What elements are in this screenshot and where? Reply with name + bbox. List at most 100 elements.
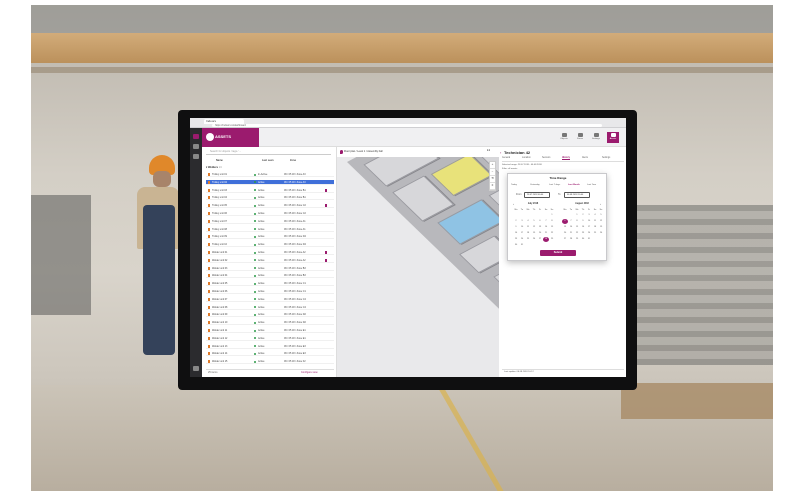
app-header: ASSETS Objects Zones Settings Assets [202, 128, 626, 147]
row-name: Welder unit 13 [212, 344, 228, 348]
from-field[interactable]: 28.07.2018 00:00 [524, 192, 550, 198]
type-marker [208, 188, 210, 192]
table-row[interactable]: Trolley unit 07 Active 06 / 05 18 / Zone A… [206, 219, 334, 224]
row-name: Trolley unit 02 [212, 180, 227, 184]
tab-alerts[interactable]: Alerts [582, 157, 588, 159]
tab-history[interactable]: History [562, 157, 570, 160]
row-name: Welder unit 12 [212, 336, 228, 340]
calendar-day[interactable]: 12 [598, 219, 604, 224]
status-dot-icon [254, 220, 256, 223]
home-icon[interactable] [193, 134, 199, 139]
crane-beam [31, 33, 773, 63]
to-field[interactable]: 06.08.2018 10:00 [564, 192, 590, 198]
row-last-seen: 06 / 05 18 / Zone F2 [284, 360, 306, 364]
table-row[interactable]: Welder unit 04 Active 06 / 05 18 / Zone B3 [206, 273, 334, 279]
assets-button[interactable]: Assets [607, 132, 619, 143]
row-name: Welder unit 02 [212, 258, 228, 262]
col-last-seen[interactable]: Last seen [262, 159, 274, 162]
zoom-in-button[interactable]: + [490, 162, 495, 169]
tab-location[interactable]: Location [522, 157, 531, 159]
table-row[interactable]: Trolley unit 10 Active 06 / 05 18 / Zone D… [206, 242, 334, 248]
table-row[interactable]: Welder unit 12 Active 06 / 05 18 / Zone E1 [206, 336, 334, 341]
table-row[interactable]: Trolley unit 03 Active 06 / 05 18 / Zone B… [206, 188, 334, 193]
worker-head [153, 171, 171, 187]
range-preset[interactable]: Today [511, 184, 517, 186]
table-row[interactable]: Welder unit 08 Active 06 / 05 18 / Zone C4 [206, 305, 334, 310]
tab-sensors[interactable]: Sensors [542, 157, 550, 159]
calendar-day[interactable]: 19 [598, 225, 604, 230]
table-row[interactable]: Welder unit 15 Active 06 / 05 18 / Zone F2 [206, 359, 334, 365]
table-row[interactable]: Trolley unit 05 Active 06 / 05 18 / Zone C… [206, 203, 334, 209]
table-row[interactable]: Welder unit 10 Active 06 / 05 18 / Zone D2 [206, 320, 334, 326]
map-toolbar: Floor plan / Level 1 / Assembly hall L1 [337, 147, 499, 157]
zones-button[interactable]: Zones [574, 132, 586, 143]
table-row[interactable]: Trolley unit 08 Active 06 / 05 18 / Zone A… [206, 227, 334, 232]
row-last-seen: 06 / 05 18 / Zone C1 [284, 290, 306, 293]
calendar-day[interactable]: 22 [549, 231, 555, 236]
gear-icon [593, 133, 599, 137]
calendar-day[interactable]: 31 [586, 237, 592, 242]
calendar-day[interactable]: 31 [519, 243, 525, 248]
zoom-out-button[interactable]: − [490, 169, 495, 176]
range-preset[interactable]: Yesterday [530, 184, 540, 186]
submit-button[interactable]: Submit [540, 250, 576, 256]
search-input[interactable]: Search for objects / tags / ... [206, 150, 331, 155]
table-row[interactable]: Welder unit 07 Active 06 / 05 18 / Zone C4 [206, 297, 334, 302]
table-row[interactable]: Welder unit 06 Active 06 / 05 18 / Zone C1 [206, 289, 334, 294]
type-marker [208, 344, 210, 348]
objects-label: Objects [560, 138, 568, 140]
url-bar[interactable]: https://indoors.io/dashboard [212, 124, 602, 127]
calendar-day[interactable]: 5 [598, 213, 604, 218]
brand-logo[interactable]: ASSETS [202, 128, 259, 147]
map-zone[interactable] [430, 153, 493, 197]
table-row[interactable]: Welder unit 13 Active 06 / 05 18 / Zone E3 [206, 344, 334, 349]
status-dot-icon [254, 243, 256, 246]
status-dot-icon [254, 290, 256, 293]
table-row[interactable]: Trolley unit 01 In-Active 06 / 05 18 / Zon… [206, 172, 334, 177]
table-row[interactable]: Welder unit 03 Active 06 / 05 18 / Zone B3 [206, 266, 334, 271]
layers-button[interactable]: ≡ [490, 183, 495, 190]
calendar-day[interactable]: 26 [598, 231, 604, 236]
tab-general[interactable]: General [502, 157, 510, 159]
table-row[interactable]: Welder unit 11 Active 06 / 05 18 / Zone E1 [206, 328, 334, 333]
objects-button[interactable]: Objects [558, 132, 570, 143]
table-row[interactable]: Trolley unit 04 Active 06 / 05 18 / Zone B… [206, 195, 334, 201]
group-row[interactable]: ▾ Welders 24 [206, 166, 334, 171]
table-row[interactable]: Welder unit 14 Active 06 / 05 18 / Zone E3 [206, 351, 334, 357]
table-row[interactable]: Welder unit 09 Active 06 / 05 18 / Zone D2 [206, 312, 334, 318]
col-name[interactable]: Name [216, 159, 223, 162]
map-icon[interactable] [193, 154, 199, 159]
col-zone[interactable]: Zone [290, 159, 296, 162]
table-row[interactable]: Welder unit 02 Active 06 / 05 18 / Zone A2 [206, 258, 334, 263]
detail-tabs: General Location Sensors History Alerts Setti… [502, 157, 624, 162]
calendar-day[interactable]: 1 [549, 213, 555, 218]
row-last-seen: 06 / 05 18 / Zone B3 [284, 274, 306, 278]
row-last-seen: 06 / 05 18 / Zone A2 [284, 251, 306, 254]
calendar-day[interactable]: 15 [549, 225, 555, 230]
calendar-day[interactable]: 8 [549, 219, 555, 224]
table-row[interactable]: Welder unit 05 Active 06 / 05 18 / Zone C1 [206, 281, 334, 287]
configure-view-link[interactable]: Configure view [301, 371, 318, 374]
floorplan-map[interactable]: Floor plan / Level 1 / Assembly hall L1 … [337, 147, 499, 377]
row-status: Active [258, 188, 265, 192]
item-count: 25 items [208, 371, 218, 374]
flag-icon [325, 251, 327, 254]
type-marker [208, 274, 210, 278]
table-row[interactable]: Trolley unit 06 Active 06 / 05 18 / Zone C… [206, 211, 334, 216]
row-name: Welder unit 11 [212, 329, 228, 332]
list-icon[interactable] [193, 144, 199, 149]
range-preset[interactable]: Last 7 days [549, 184, 560, 186]
range-preset[interactable]: Last Year [587, 184, 596, 186]
row-last-seen: 06 / 05 18 / Zone C4 [284, 305, 306, 309]
settings-button[interactable]: Settings [590, 132, 602, 143]
floor-selector[interactable]: L1 [487, 149, 490, 152]
table-row[interactable]: Trolley unit 09 Active 06 / 05 18 / Zone D… [206, 234, 334, 240]
table-row[interactable]: Trolley unit 02 Active 06 / 05 18 / Zone A… [206, 179, 334, 185]
table-row[interactable]: Welder unit 01 Active 06 / 05 18 / Zone A2 [206, 250, 334, 255]
tab-settings[interactable]: Settings [602, 157, 610, 159]
user-icon[interactable] [193, 366, 199, 371]
range-preset[interactable]: Last Month [568, 184, 580, 186]
rotate-button[interactable]: ⟲ [490, 176, 495, 183]
calendar-day[interactable]: 29 [549, 237, 555, 242]
back-arrow-icon[interactable]: ‹ [500, 150, 501, 155]
